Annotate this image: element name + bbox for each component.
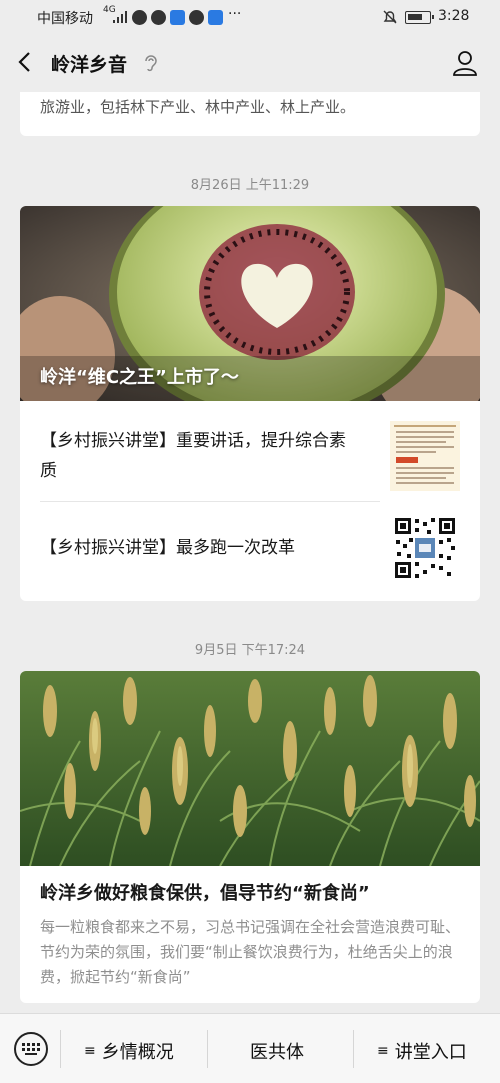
bottom-menu-bar: ≡ 乡情概况 医共体 ≡ 讲堂入口	[0, 1013, 500, 1083]
sub-article-title: 【乡村振兴讲堂】重要讲话，提升综合素 质	[40, 431, 346, 481]
app-icon	[208, 10, 223, 25]
menu-lines-icon: ≡	[377, 1043, 389, 1059]
app-icon	[170, 10, 185, 25]
article-digest: 旅游业，包括林下产业、林中产业、林上产业。	[40, 98, 356, 116]
sub-article-item[interactable]: 【乡村振兴讲堂】最多跑一次改革	[40, 516, 460, 586]
menu-item-label: 讲堂入口	[394, 1042, 467, 1063]
sub-article-title: 【乡村振兴讲堂】最多跑一次改革	[40, 538, 295, 558]
page-title: 岭洋乡音	[51, 54, 128, 76]
message-timestamp: 9月5日 下午17:24	[194, 643, 306, 658]
battery-icon	[405, 11, 434, 24]
status-bar: 中国移动 4G ··· 3:28	[0, 0, 500, 34]
nav-bar: 岭洋乡音	[0, 34, 500, 92]
chevron-left-icon[interactable]	[14, 50, 38, 74]
divider	[40, 501, 380, 502]
sub-article-item[interactable]: 【乡村振兴讲堂】重要讲话，提升综合素 质	[40, 421, 460, 491]
signal-icon	[113, 11, 127, 23]
article-title: 岭洋乡做好粮食保供，倡导节约“新食尚”	[40, 883, 370, 904]
app-icon	[151, 10, 166, 25]
menu-lines-icon: ≡	[84, 1043, 96, 1059]
article-digest: 每一粒粮食都来之不易，习总书记强调在全社会营造浪费可耻、节约为荣的氛围，我们要“…	[40, 918, 461, 986]
divider	[60, 1030, 61, 1068]
menu-item-jiangtang[interactable]: ≡ 讲堂入口	[377, 1038, 467, 1064]
previous-article-card[interactable]: 旅游业，包括林下产业、林中产业、林上产业。	[20, 92, 480, 136]
clock: 3:28	[438, 8, 470, 24]
divider	[353, 1030, 354, 1068]
article-card[interactable]: 岭洋乡做好粮食保供，倡导节约“新食尚” 每一粒粮食都来之不易，习总书记强调在全社…	[20, 671, 480, 1003]
more-notifications: ···	[228, 6, 242, 22]
article-thumbnail	[390, 421, 460, 491]
menu-item-xiangqing[interactable]: ≡ 乡情概况	[84, 1038, 174, 1064]
article-group-card: 岭洋“维C之王”上市了～ 【乡村振兴讲堂】重要讲话，提升综合素 质 【乡村振兴讲…	[20, 206, 480, 601]
menu-item-yigongti[interactable]: 医共体	[250, 1038, 304, 1064]
menu-item-label: 乡情概况	[101, 1042, 174, 1063]
cloud-icon	[189, 10, 204, 25]
ear-icon	[145, 55, 157, 72]
cover-article[interactable]: 岭洋“维C之王”上市了～	[20, 206, 480, 401]
cover-title: 岭洋“维C之王”上市了～	[40, 367, 239, 388]
divider	[207, 1030, 208, 1068]
keyboard-icon[interactable]	[14, 1032, 48, 1066]
notification-icons	[132, 10, 223, 25]
message-timestamp: 8月26日 上午11:29	[190, 178, 310, 193]
person-icon[interactable]	[451, 49, 479, 77]
bell-muted-icon	[383, 10, 397, 24]
carrier-label: 中国移动	[37, 11, 93, 27]
menu-item-label: 医共体	[250, 1042, 304, 1063]
qr-code-thumbnail	[393, 516, 457, 580]
rice-field-cover-image	[20, 671, 480, 866]
app-icon	[132, 10, 147, 25]
